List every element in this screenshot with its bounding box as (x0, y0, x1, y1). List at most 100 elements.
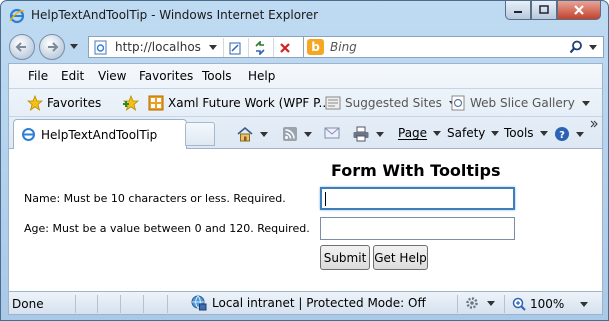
status-text: Done (12, 297, 44, 311)
toolbar-overflow-button[interactable] (590, 119, 598, 129)
maximize-icon (539, 5, 549, 14)
rss-feed-icon (283, 127, 297, 141)
status-divider (504, 295, 505, 313)
printer-icon (353, 126, 369, 142)
stop-icon (279, 42, 290, 53)
suggested-sites-label: Suggested Sites (345, 96, 442, 110)
favorite-link-xaml-future-work[interactable]: Xaml Future Work (WPF P... (148, 94, 330, 112)
compatibility-view-icon (229, 42, 240, 54)
page-menu-label: Page (398, 126, 428, 140)
menu-tools[interactable]: Tools (202, 69, 232, 83)
navigation-bar: http://localhost: b Bing (1, 31, 608, 63)
menu-view[interactable]: View (98, 69, 126, 83)
mail-icon (324, 127, 340, 139)
web-slice-dropdown-arrow (581, 100, 590, 106)
tab-label: HelpTextAndToolTip (41, 128, 158, 142)
safety-menu-label: Safety (447, 126, 486, 140)
web-slice-gallery-label: Web Slice Gallery (470, 96, 575, 110)
help-button[interactable]: ? (554, 126, 584, 142)
home-button[interactable] (236, 126, 268, 142)
page-dropdown-arrow (433, 130, 442, 136)
svg-text:?: ? (559, 130, 565, 141)
chevron-right-icon (590, 120, 598, 128)
protected-mode-settings-button[interactable] (465, 296, 495, 310)
menu-edit[interactable]: Edit (61, 69, 84, 83)
home-dropdown-arrow (260, 131, 268, 137)
status-divider (143, 295, 144, 313)
zoom-level-button[interactable]: 100% (512, 297, 589, 311)
web-slice-icon (451, 95, 465, 111)
address-bar[interactable]: http://localhost: (88, 36, 304, 58)
minimize-button[interactable] (505, 1, 531, 20)
status-divider (75, 295, 76, 313)
title-bar[interactable]: HelpTextAndToolTip - Windows Internet Ex… (1, 1, 608, 31)
tools-dropdown-arrow (539, 130, 548, 136)
safety-menu-button[interactable]: Safety (447, 126, 500, 140)
menu-favorites[interactable]: Favorites (139, 69, 193, 83)
tab-helptextandtooltip[interactable]: HelpTextAndToolTip (13, 119, 187, 149)
favorites-bar: Favorites Xaml Future Work (WPF P... Sug… (9, 89, 602, 117)
web-slice-gallery-button[interactable]: Web Slice Gallery (450, 94, 590, 112)
settings-gear-icon (466, 297, 478, 309)
new-tab-button[interactable] (185, 122, 215, 146)
status-divider (167, 295, 168, 313)
browser-toolbars: File Edit View Favorites Tools Help Favo… (8, 63, 603, 149)
tab-and-command-bar: HelpTextAndToolTip Page Safety Tools ? (9, 117, 602, 149)
text-caret (325, 192, 326, 206)
menu-help[interactable]: Help (248, 69, 275, 83)
security-zone[interactable]: Local intranet | Protected Mode: Off (191, 295, 426, 311)
feeds-dropdown-arrow (304, 131, 312, 137)
favorite-link-label: Xaml Future Work (WPF P... (168, 96, 330, 110)
safety-dropdown-arrow (491, 130, 500, 136)
age-field-label: Age: Must be a value between 0 and 120. … (24, 222, 310, 235)
favorites-button[interactable]: Favorites (27, 94, 101, 112)
zoom-level-value: 100% (530, 297, 565, 311)
favorites-star-icon (27, 95, 43, 111)
close-window-button[interactable] (557, 1, 601, 20)
stop-button[interactable] (273, 38, 295, 57)
maximize-button[interactable] (531, 1, 557, 20)
get-help-button[interactable]: Get Help (373, 245, 428, 270)
recent-pages-dropdown[interactable] (70, 44, 78, 49)
search-box[interactable]: b Bing (303, 36, 604, 58)
name-input[interactable] (320, 187, 515, 210)
search-icon[interactable] (569, 40, 583, 57)
status-divider (120, 295, 121, 313)
help-dropdown-arrow (576, 131, 584, 137)
forward-arrow-icon (48, 42, 59, 52)
status-bar: Done Local intranet | Protected Mode: Of… (8, 291, 603, 315)
compatibility-view-button[interactable] (223, 38, 245, 57)
age-input[interactable] (320, 217, 515, 240)
refresh-icon (254, 40, 265, 55)
home-icon (237, 126, 253, 142)
name-field-label: Name: Must be 10 characters or less. Req… (24, 192, 286, 205)
suggested-sites-button[interactable]: Suggested Sites (325, 94, 457, 112)
add-favorite-icon (122, 95, 140, 111)
back-arrow-icon (15, 42, 26, 52)
close-icon (574, 5, 584, 15)
print-button[interactable] (352, 126, 384, 142)
feeds-button[interactable] (282, 126, 312, 142)
search-options-dropdown[interactable] (589, 45, 597, 50)
add-to-favorites-bar-button[interactable] (122, 94, 140, 112)
favorites-label: Favorites (47, 96, 102, 110)
read-mail-button[interactable] (324, 126, 340, 140)
browser-window: HelpTextAndToolTip - Windows Internet Ex… (0, 0, 609, 321)
minimize-icon (514, 11, 522, 13)
security-zone-label: Local intranet | Protected Mode: Off (212, 296, 426, 310)
back-button[interactable] (9, 34, 35, 60)
search-placeholder: Bing (330, 40, 357, 54)
window-controls (505, 1, 601, 21)
page-grid-icon (148, 95, 164, 111)
help-icon: ? (555, 127, 569, 141)
page-content: Form With Tooltips Name: Must be 10 char… (8, 149, 603, 291)
forward-button[interactable] (39, 34, 65, 60)
menu-file[interactable]: File (28, 69, 48, 83)
page-menu-button[interactable]: Page (398, 126, 442, 140)
refresh-button[interactable] (248, 38, 270, 57)
settings-dropdown-arrow (487, 300, 495, 306)
address-dropdown-arrow[interactable] (209, 45, 217, 50)
tools-menu-button[interactable]: Tools (504, 126, 548, 140)
submit-button[interactable]: Submit (320, 245, 370, 270)
page-icon (93, 40, 108, 55)
